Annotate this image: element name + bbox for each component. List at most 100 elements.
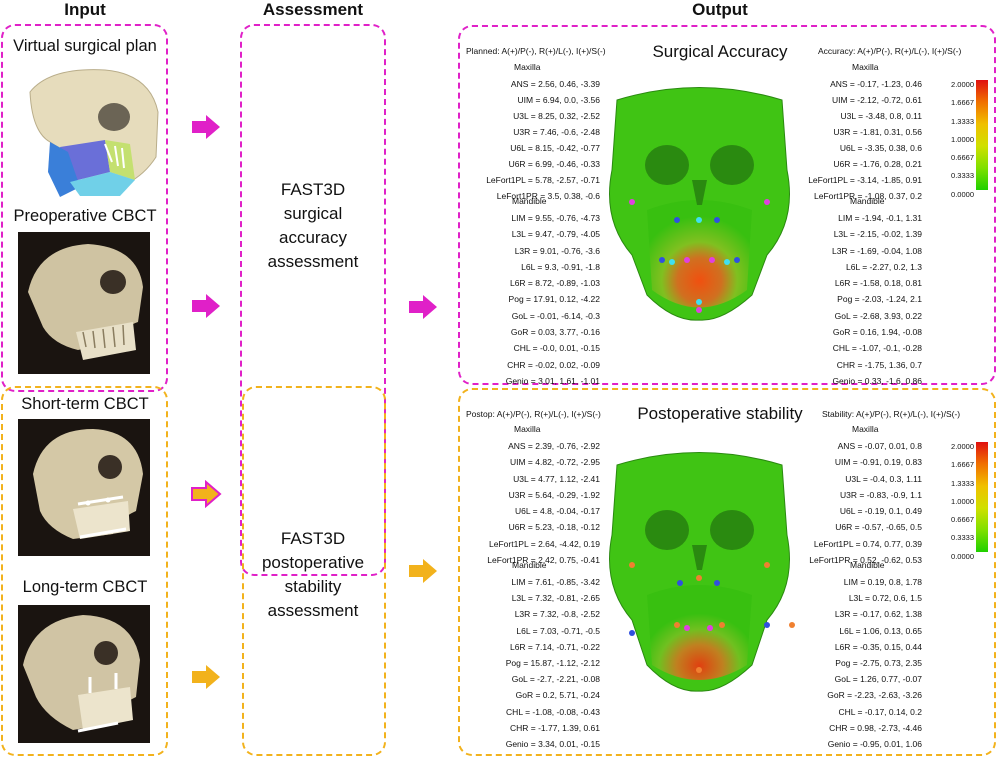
landmark-value: LeFort1PL = 2.64, -4.42, 0.19 xyxy=(489,538,600,549)
landmark-value: U3R = 5.64, -0.29, -1.92 xyxy=(508,489,600,500)
input-label-preop: Preoperative CBCT xyxy=(13,207,157,225)
input-column-title: Input xyxy=(64,0,106,19)
landmark-value: U3L = -0.4, 0.3, 1.11 xyxy=(845,473,922,484)
landmark-value: Genio = -0.95, 0.01, 1.06 xyxy=(827,739,922,750)
landmark-value: LIM = 0.19, 0.8, 1.78 xyxy=(843,577,922,587)
short-term-cbct-image xyxy=(18,419,150,556)
accuracy-right-mandible-list: LIM = -1.94, -0.1, 1.31 L3L = -2.15, -0.… xyxy=(832,210,922,389)
accuracy-assessment-line: assessment xyxy=(267,252,359,271)
long-term-cbct-image xyxy=(18,605,150,743)
landmark-value: GoR = 0.16, 1.94, -0.08 xyxy=(832,327,922,338)
scale-tick: 0.3333 xyxy=(951,171,974,181)
stability-right-maxilla-list: ANS = -0.07, 0.01, 0.8 UIM = -0.91, 0.19… xyxy=(809,438,922,568)
landmark-value: U6R = 5.23, -0.18, -0.12 xyxy=(508,522,600,533)
scale-tick: 1.6667 xyxy=(951,98,974,108)
landmark-value: GoL = -0.01, -6.14, -0.3 xyxy=(511,310,600,321)
landmark-value: ANS = 2.39, -0.76, -2.92 xyxy=(508,441,600,451)
stability-left-header: Postop: A(+)/P(-), R(+)/L(-), I(+)/S(-) xyxy=(466,409,601,419)
landmark-value: L6R = 7.14, -0.71, -0.22 xyxy=(509,641,600,652)
scale-tick: 1.6667 xyxy=(951,460,974,470)
virtual-plan-skull-image xyxy=(10,62,160,200)
accuracy-left-maxilla-label: Maxilla xyxy=(514,62,541,72)
landmark-value: UIM = -0.91, 0.19, 0.83 xyxy=(834,457,922,468)
landmark-value: Pog = 17.91, 0.12, -4.22 xyxy=(508,294,600,305)
scale-tick: 0.6667 xyxy=(951,515,974,525)
landmark-value: UIM = -2.12, -0.72, 0.61 xyxy=(831,95,922,105)
accuracy-left-mandible-list: LIM = 9.55, -0.76, -4.73 L3L = 9.47, -0.… xyxy=(506,210,600,389)
landmark-value: L3R = 9.01, -0.76, -3.6 xyxy=(514,245,600,256)
accuracy-right-maxilla-list: ANS = -0.17, -1.23, 0.46 UIM = -2.12, -0… xyxy=(808,76,922,204)
stability-left-mandible-list: LIM = 7.61, -0.85, -3.42 L3L = 7.32, -0.… xyxy=(506,574,600,752)
assessment-column-title: Assessment xyxy=(262,0,364,19)
accuracy-assessment-line: surgical xyxy=(283,204,343,223)
landmark-value: LIM = -1.94, -0.1, 1.31 xyxy=(838,213,922,223)
scale-tick: 0.6667 xyxy=(951,153,974,163)
landmark-value: CHR = -0.02, 0.02, -0.09 xyxy=(507,359,600,370)
landmark-value: L3L = 7.32, -0.81, -2.65 xyxy=(511,593,600,604)
landmark-value: Genio = 3.34, 0.01, -0.15 xyxy=(505,739,600,750)
arrow-accuracy-to-output xyxy=(409,295,437,319)
preop-cbct-image xyxy=(18,232,150,374)
landmark-value: LIM = 9.55, -0.76, -4.73 xyxy=(511,213,600,223)
landmark-value: GoR = 0.2, 5.71, -0.24 xyxy=(515,690,600,701)
landmark-value: LeFort1PL = 0.74, 0.77, 0.39 xyxy=(813,538,922,549)
landmark-value: LeFort1PR = 2.42, 0.75, -0.41 xyxy=(487,555,600,566)
landmark-value: Pog = 15.87, -1.12, -2.12 xyxy=(505,658,600,669)
landmark-value: U6L = 8.15, -0.42, -0.77 xyxy=(510,143,600,153)
accuracy-right-header: Accuracy: A(+)/P(-), R(+)/L(-), I(+)/S(-… xyxy=(818,46,962,56)
input-label-long-term: Long-term CBCT xyxy=(22,578,148,596)
scale-tick: 1.3333 xyxy=(951,478,974,488)
stability-scale-ticks: 2.0000 1.6667 1.3333 1.0000 0.6667 0.333… xyxy=(930,438,974,566)
landmark-value: CHL = -0.17, 0.14, 0.2 xyxy=(838,706,922,717)
landmark-value: CHR = 0.98, -2.73, -4.46 xyxy=(829,722,922,733)
accuracy-left-header: Planned: A(+)/P(-), R(+)/L(-), I(+)/S(-) xyxy=(466,46,606,56)
landmark-value: GoL = 1.26, 0.77, -0.07 xyxy=(834,674,922,685)
landmark-value: L6R = -1.58, 0.18, 0.81 xyxy=(834,278,922,289)
stability-left-maxilla-list: ANS = 2.39, -0.76, -2.92 UIM = 4.82, -0.… xyxy=(487,438,600,568)
arrow-plan-to-accuracy xyxy=(192,115,220,139)
arrow-longterm-to-stability xyxy=(192,665,220,689)
arrow-shortterm-to-both xyxy=(191,480,222,508)
landmark-value: CHL = -1.08, -0.08, -0.43 xyxy=(506,706,600,717)
output-column-title: Output xyxy=(692,0,748,19)
stability-assessment-line: assessment xyxy=(267,601,359,620)
stability-skull-heatmap xyxy=(609,452,795,692)
accuracy-left-maxilla-list: ANS = 2.56, 0.46, -3.39 UIM = 6.94, 0.0,… xyxy=(486,76,600,204)
landmark-value: L6L = -2.27, 0.2, 1.3 xyxy=(845,261,922,272)
accuracy-color-scale xyxy=(976,80,988,190)
accuracy-scale-ticks: 2.0000 1.6667 1.3333 1.0000 0.6667 0.333… xyxy=(930,76,974,204)
landmark-value: GoR = 0.03, 3.77, -0.16 xyxy=(510,327,600,338)
landmark-value: U6L = 4.8, -0.04, -0.17 xyxy=(515,506,600,517)
arrow-stability-to-output xyxy=(409,559,437,583)
scale-tick: 0.0000 xyxy=(951,551,974,561)
landmark-value: L3R = 7.32, -0.8, -2.52 xyxy=(514,609,600,620)
landmark-value: CHR = -1.75, 1.36, 0.7 xyxy=(836,359,922,370)
accuracy-assessment-text: FAST3D surgical accuracy assessment xyxy=(243,178,383,274)
landmark-value: GoL = -2.7, -2.21, -0.08 xyxy=(511,674,600,685)
landmark-value: U3L = 8.25, 0.32, -2.52 xyxy=(513,111,600,121)
landmark-value: GoR = -2.23, -2.63, -3.26 xyxy=(827,690,922,701)
scale-tick: 0.0000 xyxy=(951,189,974,199)
stability-assessment-line: postoperative xyxy=(261,553,365,572)
landmark-value: L6L = 9.3, -0.91, -1.8 xyxy=(521,261,600,272)
landmark-value: U3R = -1.81, 0.31, 0.56 xyxy=(833,127,922,137)
landmark-value: ANS = 2.56, 0.46, -3.39 xyxy=(510,79,600,89)
landmark-value: Genio = 3.01, 1.61, -1.01 xyxy=(505,375,600,386)
landmark-value: U6R = 6.99, -0.46, -0.33 xyxy=(508,159,600,169)
landmark-value: U6L = -0.19, 0.1, 0.49 xyxy=(839,506,922,517)
landmark-value: UIM = 6.94, 0.0, -3.56 xyxy=(517,95,600,105)
landmark-value: U3L = 4.77, 1.12, -2.41 xyxy=(513,473,600,484)
accuracy-skull-heatmap xyxy=(609,87,790,321)
landmark-value: LIM = 7.61, -0.85, -3.42 xyxy=(511,577,600,587)
stability-color-scale xyxy=(976,442,988,552)
accuracy-assessment-line: accuracy xyxy=(278,228,348,247)
stability-right-mandible-list: LIM = 0.19, 0.8, 1.78 L3L = 0.72, 0.6, 1… xyxy=(827,574,922,752)
landmark-value: CHL = -0.0, 0.01, -0.15 xyxy=(513,343,600,354)
landmark-value: ANS = -0.07, 0.01, 0.8 xyxy=(837,441,922,451)
stability-right-maxilla-label: Maxilla xyxy=(852,424,879,434)
landmark-value: L6L = 1.06, 0.13, 0.65 xyxy=(839,625,922,636)
landmark-value: L3R = -1.69, -0.04, 1.08 xyxy=(831,245,922,256)
landmark-value: L6L = 7.03, -0.71, -0.5 xyxy=(516,625,600,636)
accuracy-panel-title: Surgical Accuracy xyxy=(652,42,788,61)
landmark-value: L3L = -2.15, -0.02, 1.39 xyxy=(833,229,922,240)
